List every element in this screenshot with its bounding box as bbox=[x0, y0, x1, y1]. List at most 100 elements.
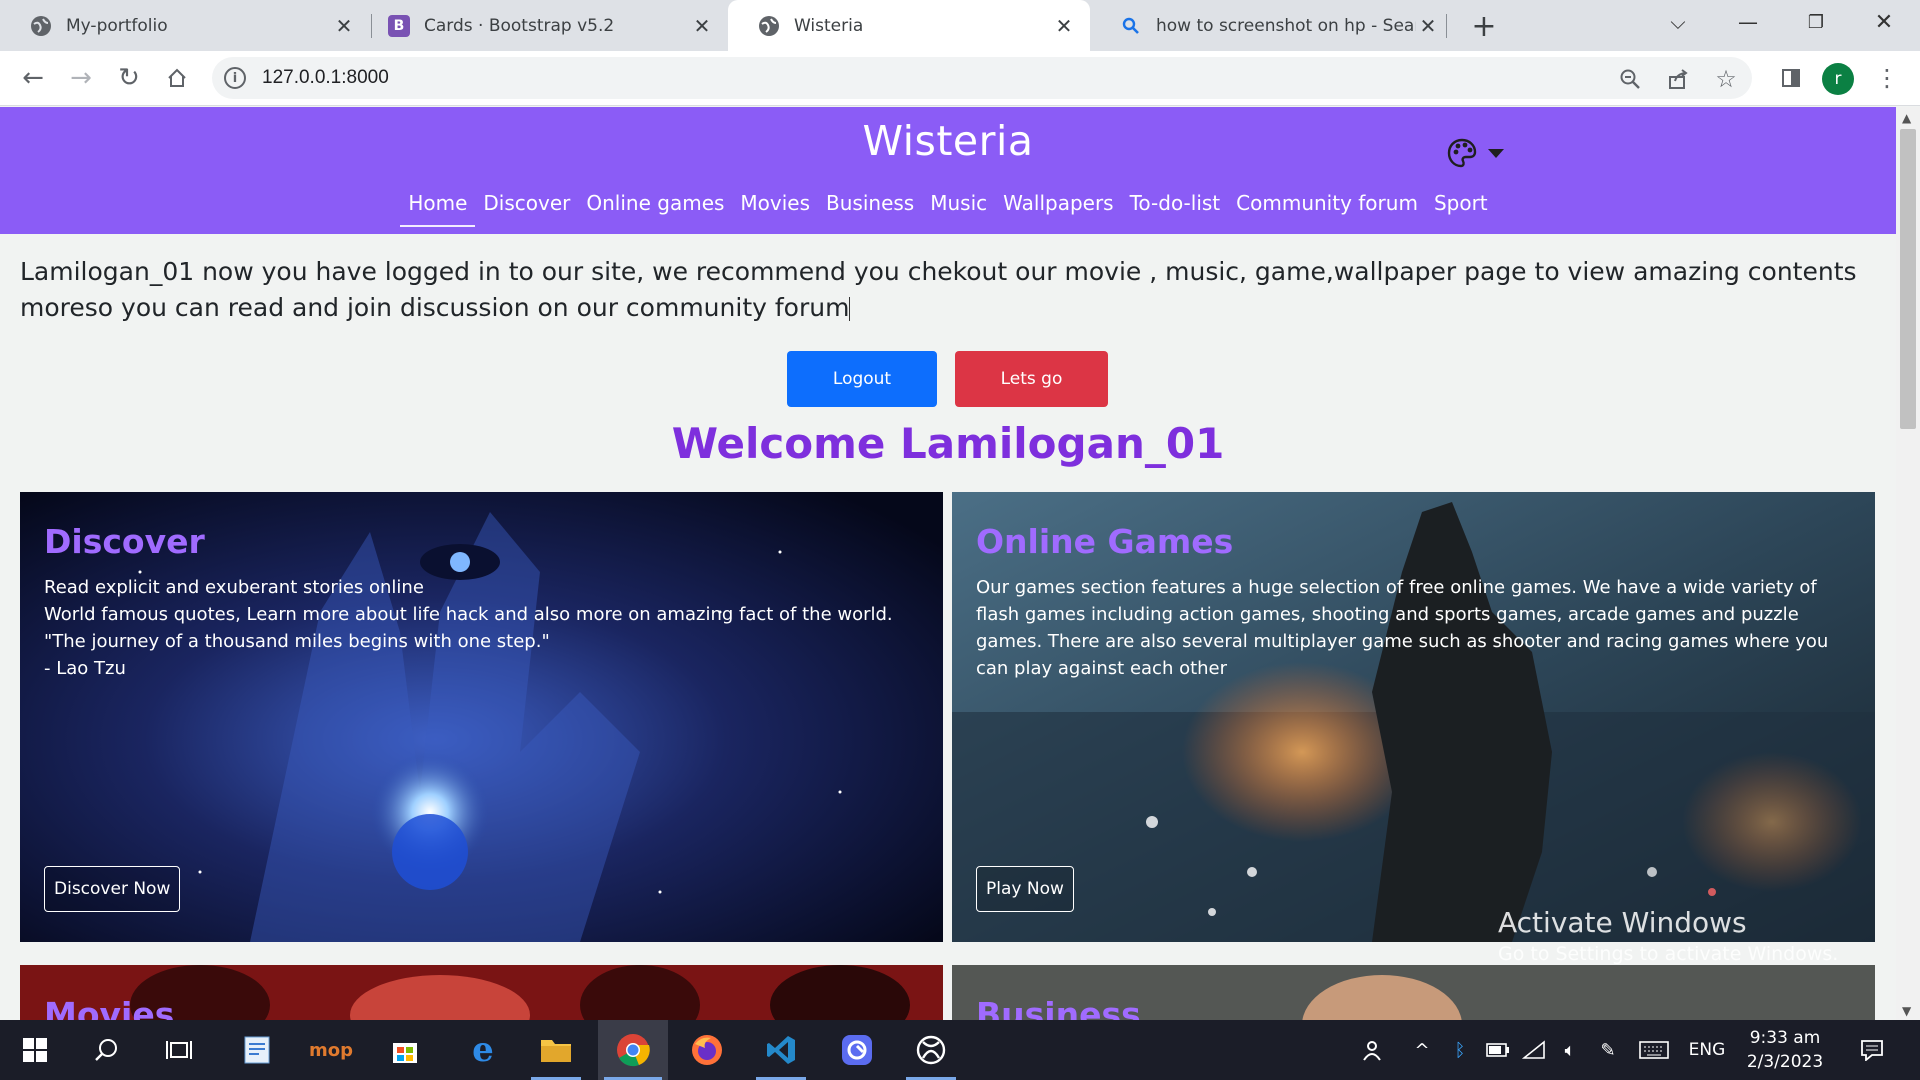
nav-movies[interactable]: Movies bbox=[732, 187, 818, 229]
nav-online-games[interactable]: Online games bbox=[578, 187, 732, 229]
taskbar-app-firefox[interactable] bbox=[676, 1020, 738, 1080]
volume-icon[interactable]: 🔈︎ bbox=[1554, 1020, 1586, 1080]
task-view-icon bbox=[166, 1041, 192, 1059]
close-tab-icon[interactable]: ✕ bbox=[1052, 14, 1076, 38]
restore-button[interactable]: ❐ bbox=[1786, 0, 1846, 44]
zoom-icon[interactable] bbox=[1614, 63, 1646, 95]
nav-music[interactable]: Music bbox=[922, 187, 995, 229]
play-now-button[interactable]: Play Now bbox=[976, 866, 1074, 912]
online-games-card: Online Games Our games section features … bbox=[952, 492, 1875, 942]
business-card-title: Business bbox=[976, 995, 1141, 1020]
task-view-button[interactable] bbox=[148, 1020, 210, 1080]
search-icon bbox=[1120, 15, 1142, 37]
lets-go-button[interactable]: Lets go bbox=[955, 351, 1108, 407]
watermark-title: Activate Windows bbox=[1498, 906, 1747, 939]
close-tab-icon[interactable]: ✕ bbox=[1416, 14, 1440, 38]
url-text: 127.0.0.1:8000 bbox=[262, 67, 389, 88]
tab-wisteria[interactable]: Wisteria ✕ bbox=[728, 0, 1090, 51]
scroll-down-arrow-icon[interactable]: ▼ bbox=[1902, 1004, 1911, 1018]
pen-ink-icon[interactable]: ✎ bbox=[1592, 1020, 1624, 1080]
activate-windows-watermark: Activate Windows Go to Settings to activ… bbox=[1498, 906, 1838, 965]
profile-avatar[interactable]: r bbox=[1822, 63, 1854, 95]
taskbar-app-file-explorer[interactable] bbox=[525, 1020, 587, 1080]
discover-now-button[interactable]: Discover Now bbox=[44, 866, 181, 912]
globe-icon bbox=[30, 15, 52, 37]
taskbar-app-store[interactable] bbox=[374, 1020, 436, 1080]
start-button[interactable] bbox=[4, 1020, 66, 1080]
wifi-icon[interactable] bbox=[1518, 1020, 1550, 1080]
reload-button[interactable]: ↻ bbox=[110, 59, 148, 97]
browser-toolbar: ← → ↻ i 127.0.0.1:8000 ☆ r ⋮ bbox=[0, 51, 1920, 106]
document-app-icon bbox=[244, 1036, 270, 1064]
scrollbar-thumb[interactable] bbox=[1900, 129, 1916, 429]
firefox-icon bbox=[692, 1035, 722, 1065]
page-scrollbar[interactable]: ▲ ▼ bbox=[1896, 107, 1920, 1020]
nav-sport[interactable]: Sport bbox=[1426, 187, 1496, 229]
nav-business[interactable]: Business bbox=[818, 187, 922, 229]
search-icon bbox=[95, 1039, 117, 1061]
tab-title: Cards · Bootstrap v5.2 bbox=[424, 15, 615, 36]
tab-title: My-portfolio bbox=[66, 15, 168, 36]
tab-title: Wisteria bbox=[794, 15, 864, 36]
scroll-up-arrow-icon[interactable]: ▲ bbox=[1902, 111, 1911, 125]
show-hidden-icons-chevron-icon[interactable]: ^ bbox=[1408, 1020, 1436, 1080]
share-icon[interactable] bbox=[1662, 63, 1694, 95]
back-button[interactable]: ← bbox=[14, 59, 52, 97]
site-brand[interactable]: Wisteria bbox=[0, 117, 1896, 165]
minimize-button[interactable]: — bbox=[1718, 0, 1778, 44]
clock-time: 9:33 am bbox=[1749, 1028, 1821, 1048]
taskbar-app-mop[interactable]: mop bbox=[300, 1020, 362, 1080]
browser-tab-strip: My-portfolio ✕ B Cards · Bootstrap v5.2 … bbox=[0, 0, 1920, 51]
tab-search[interactable]: how to screenshot on hp - Search ✕ bbox=[1090, 0, 1454, 51]
windows-logo-icon bbox=[23, 1038, 47, 1062]
nav-to-do-list[interactable]: To-do-list bbox=[1122, 187, 1229, 229]
new-tab-button[interactable]: + bbox=[1466, 8, 1502, 44]
movies-card-title: Movies bbox=[44, 995, 175, 1020]
site-info-icon[interactable]: i bbox=[224, 67, 246, 89]
side-panel-icon[interactable] bbox=[1772, 59, 1810, 97]
main-nav: Home Discover Online games Movies Busine… bbox=[0, 187, 1896, 229]
close-window-button[interactable]: ✕ bbox=[1854, 0, 1914, 44]
address-bar[interactable]: i 127.0.0.1:8000 ☆ bbox=[212, 57, 1752, 99]
taskbar-app-chrome[interactable] bbox=[598, 1020, 668, 1080]
welcome-heading: Welcome Lamilogan_01 bbox=[671, 419, 1225, 468]
taskbar-app-blue[interactable] bbox=[826, 1020, 888, 1080]
tab-my-portfolio[interactable]: My-portfolio ✕ bbox=[0, 0, 370, 51]
discover-line: World famous quotes, Learn more about li… bbox=[44, 604, 893, 625]
caret-down-icon bbox=[1488, 148, 1504, 158]
tab-bootstrap-cards[interactable]: B Cards · Bootstrap v5.2 ✕ bbox=[358, 0, 728, 51]
notification-center-icon[interactable] bbox=[1852, 1020, 1892, 1080]
bluetooth-icon[interactable]: ᛒ bbox=[1446, 1020, 1474, 1080]
keyboard-icon[interactable] bbox=[1636, 1020, 1672, 1080]
palette-icon bbox=[1447, 138, 1477, 168]
more-menu-icon[interactable]: ⋮ bbox=[1868, 59, 1906, 97]
people-icon[interactable] bbox=[1356, 1020, 1388, 1080]
discover-quote-author: - Lao Tzu bbox=[44, 658, 126, 679]
xbox-icon bbox=[916, 1035, 946, 1065]
nav-wallpapers[interactable]: Wallpapers bbox=[995, 187, 1121, 229]
logout-button[interactable]: Logout bbox=[787, 351, 937, 407]
bookmark-star-icon[interactable]: ☆ bbox=[1710, 63, 1742, 95]
battery-icon[interactable] bbox=[1482, 1020, 1514, 1080]
nav-discover[interactable]: Discover bbox=[475, 187, 578, 229]
taskbar-app-notepad[interactable] bbox=[226, 1020, 288, 1080]
search-taskbar-button[interactable] bbox=[76, 1020, 138, 1080]
discover-card-title: Discover bbox=[44, 522, 205, 561]
language-indicator[interactable]: ENG bbox=[1684, 1020, 1730, 1080]
tab-search-dropdown-icon[interactable]: ⌵ bbox=[1648, 0, 1708, 44]
games-card-title: Online Games bbox=[976, 522, 1234, 561]
close-tab-icon[interactable]: ✕ bbox=[332, 14, 356, 38]
games-card-text: Our games section features a huge select… bbox=[976, 577, 1829, 679]
taskbar-app-xbox[interactable] bbox=[900, 1020, 962, 1080]
taskbar-clock[interactable]: 9:33 am 2/3/2023 bbox=[1740, 1026, 1830, 1074]
nav-home[interactable]: Home bbox=[400, 187, 476, 229]
taskbar-app-edge[interactable]: e bbox=[452, 1020, 514, 1080]
taskbar-app-vscode[interactable] bbox=[750, 1020, 812, 1080]
forward-button[interactable]: → bbox=[62, 59, 100, 97]
nav-community-forum[interactable]: Community forum bbox=[1228, 187, 1426, 229]
business-card: Business bbox=[952, 965, 1875, 1020]
close-tab-icon[interactable]: ✕ bbox=[690, 14, 714, 38]
home-button[interactable] bbox=[158, 59, 196, 97]
tab-title: how to screenshot on hp - Search bbox=[1156, 15, 1416, 36]
theme-dropdown[interactable] bbox=[1446, 135, 1506, 171]
